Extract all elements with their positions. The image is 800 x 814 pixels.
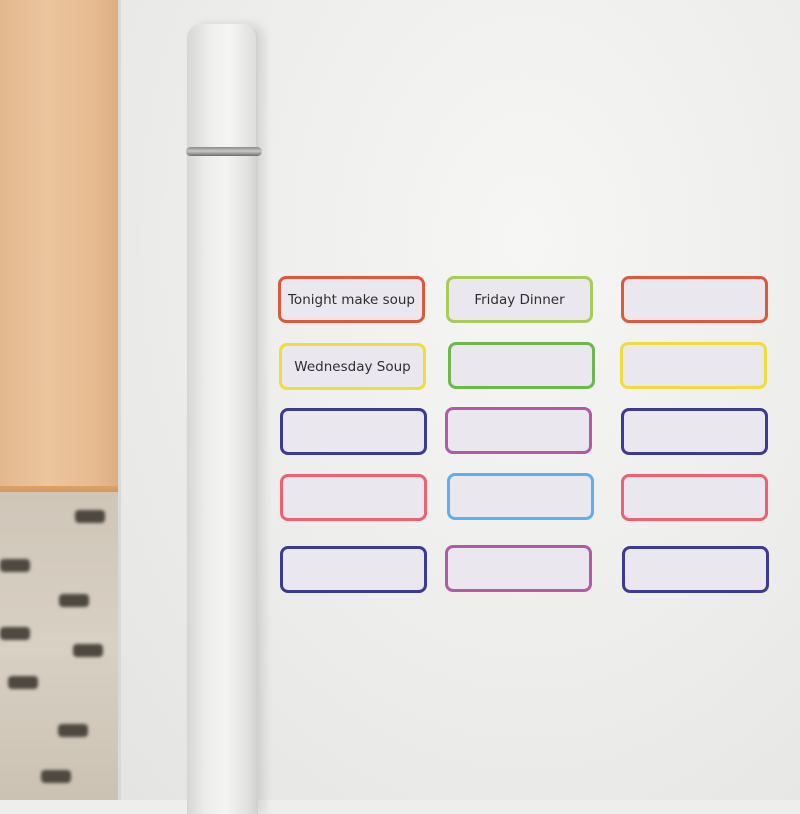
magnetic-label[interactable] xyxy=(448,342,595,389)
magnetic-label[interactable] xyxy=(620,342,767,389)
magnetic-label[interactable]: Wednesday Soup xyxy=(279,343,426,390)
magnetic-label[interactable] xyxy=(622,546,769,593)
magnetic-label[interactable] xyxy=(447,473,594,520)
magnetic-label-grid: Tonight make soup Friday Dinner Wednesda… xyxy=(0,0,800,800)
magnetic-label[interactable] xyxy=(280,408,427,455)
magnetic-label[interactable] xyxy=(621,408,768,455)
magnetic-label[interactable] xyxy=(280,474,427,521)
magnetic-label[interactable] xyxy=(445,545,592,592)
magnetic-label[interactable] xyxy=(621,474,768,521)
magnetic-label[interactable] xyxy=(445,407,592,454)
magnetic-label[interactable] xyxy=(621,276,768,323)
magnetic-label[interactable]: Tonight make soup xyxy=(278,276,425,323)
magnetic-label[interactable]: Friday Dinner xyxy=(446,276,593,323)
magnetic-label[interactable] xyxy=(280,546,427,593)
